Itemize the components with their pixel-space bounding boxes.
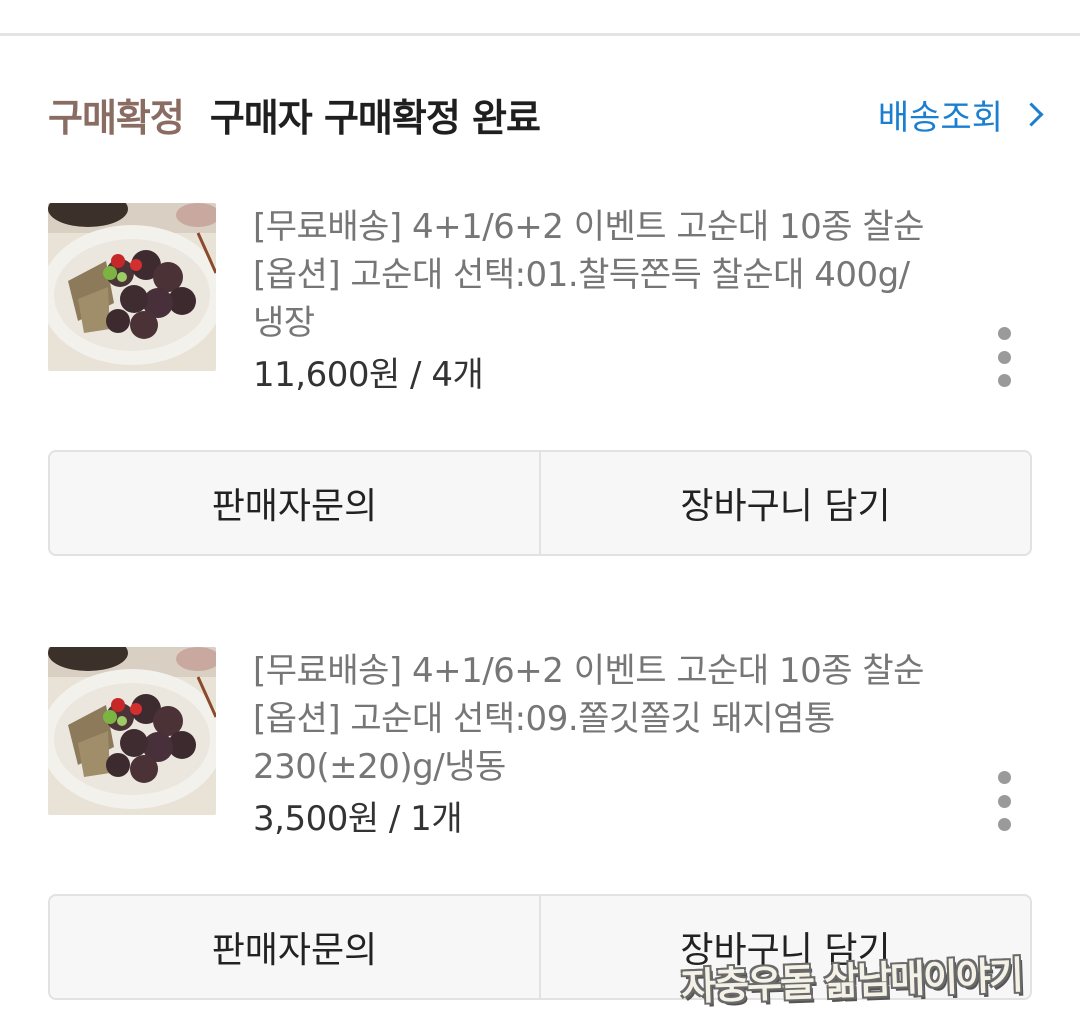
order-status-row: 구매확정 구매자 구매확정 완료 배송조회 bbox=[48, 82, 1044, 146]
product-option: [옵션] 고순대 선택:09.쫄깃쫄깃 돼지염통 bbox=[253, 699, 835, 739]
product-price-quantity: 3,500원 / 1개 bbox=[253, 799, 463, 839]
more-vertical-icon bbox=[997, 771, 1011, 784]
product-option: [옵션] 고순대 선택:01.찰득쫀득 찰순대 400g/ bbox=[253, 255, 910, 295]
product-title: [무료배송] 4+1/6+2 이벤트 고순대 10종 찰순 bbox=[253, 651, 924, 691]
add-to-cart-button[interactable]: 장바구니 담기 bbox=[539, 452, 1030, 554]
top-divider bbox=[0, 33, 1080, 36]
seller-inquiry-button[interactable]: 판매자문의 bbox=[50, 896, 539, 998]
order-status-description: 구매자 구매확정 완료 bbox=[209, 95, 541, 140]
product-title: [무료배송] 4+1/6+2 이벤트 고순대 10종 찰순 bbox=[253, 207, 924, 247]
product-info[interactable]: [무료배송] 4+1/6+2 이벤트 고순대 10종 찰순 [옵션] 고순대 선… bbox=[253, 203, 983, 399]
product-info[interactable]: [무료배송] 4+1/6+2 이벤트 고순대 10종 찰순 [옵션] 고순대 선… bbox=[253, 647, 983, 843]
seller-inquiry-button[interactable]: 판매자문의 bbox=[50, 452, 539, 554]
track-delivery-label: 배송조회 bbox=[877, 97, 1003, 138]
product-option-continued: 230(±20)g/냉동 bbox=[253, 747, 506, 787]
product-price-quantity: 11,600원 / 4개 bbox=[253, 355, 484, 395]
product-option-continued: 냉장 bbox=[253, 303, 315, 343]
sundae-plate-image bbox=[48, 203, 216, 371]
more-options-button[interactable] bbox=[990, 771, 1018, 831]
item-action-buttons: 판매자문의 장바구니 담기 bbox=[48, 450, 1032, 556]
sundae-plate-image bbox=[48, 647, 216, 815]
track-delivery-link[interactable]: 배송조회 bbox=[877, 90, 1044, 139]
more-vertical-icon bbox=[997, 327, 1011, 340]
product-thumbnail[interactable] bbox=[48, 203, 216, 371]
order-status-label: 구매확정 bbox=[48, 95, 185, 140]
more-options-button[interactable] bbox=[990, 327, 1018, 387]
chevron-right-icon bbox=[1019, 101, 1044, 127]
product-thumbnail[interactable] bbox=[48, 647, 216, 815]
watermark-text: 자충우돌 삶남매이야기 bbox=[680, 953, 1023, 1009]
